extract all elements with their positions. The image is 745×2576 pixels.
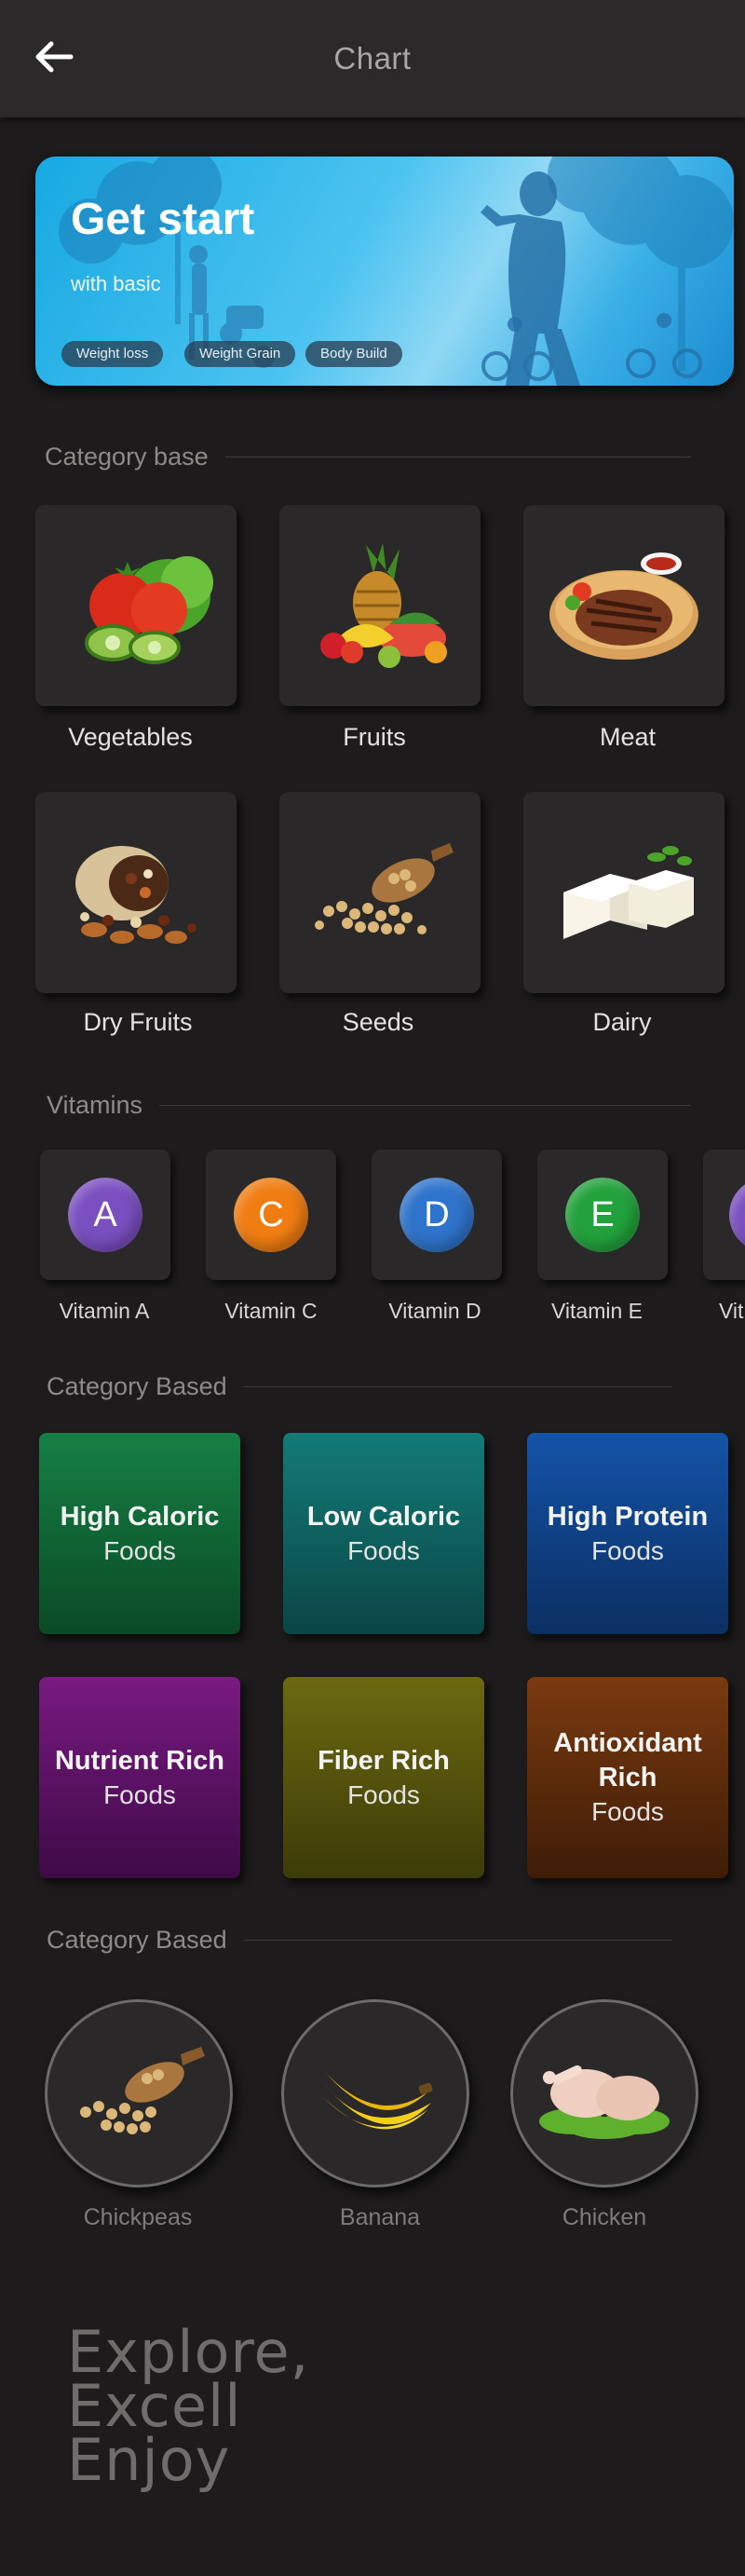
category-card-dairy[interactable]	[523, 792, 725, 993]
section-category-based-tiles: Category Based	[47, 1370, 672, 1403]
banner-title: Get start	[71, 195, 255, 244]
vitamin-card-e[interactable]: E	[537, 1150, 668, 1280]
tile-high-caloric[interactable]: High Caloric Foods	[39, 1433, 240, 1634]
chip-weight-grain[interactable]: Weight Grain	[184, 341, 296, 367]
section-divider	[243, 1385, 672, 1387]
get-start-banner[interactable]: Get start with basic Weight loss Weight …	[35, 157, 734, 386]
category-label-dry-fruits: Dry Fruits	[83, 1008, 193, 1036]
chip-body-build[interactable]: Body Build	[305, 341, 402, 367]
vitamin-e-badge: E	[565, 1178, 640, 1252]
food-item-chickpeas[interactable]	[45, 1999, 233, 2188]
vitamin-label-a: Vitamin A	[59, 1299, 150, 1323]
vitamin-partial-badge	[729, 1178, 745, 1252]
tile-title: High Protein	[547, 1501, 709, 1532]
meat-icon	[549, 552, 698, 660]
chip-weight-loss[interactable]: Weight loss	[61, 341, 164, 367]
vitamin-label-partial: Vit	[719, 1299, 744, 1323]
tile-subtitle: Foods	[591, 1535, 664, 1565]
vitamin-letter: D	[424, 1194, 450, 1234]
food-item-banana[interactable]	[281, 1999, 469, 2188]
vitamin-card-partial[interactable]	[703, 1150, 745, 1280]
vitamin-label-c: Vitamin C	[224, 1299, 318, 1323]
section-title: Category Based	[47, 1925, 227, 1954]
vitamin-card-d[interactable]: D	[372, 1150, 502, 1280]
category-card-fruits[interactable]	[279, 505, 481, 706]
vitamin-card-c[interactable]: C	[206, 1150, 336, 1280]
category-label-vegetables: Vegetables	[68, 723, 193, 751]
tagline-enjoy: Enjoy	[67, 2426, 231, 2494]
category-card-vegetables[interactable]	[35, 505, 237, 706]
tile-nutrient-rich[interactable]: Nutrient Rich Foods	[39, 1677, 240, 1878]
vitamin-letter: E	[590, 1194, 615, 1234]
section-category-base: Category base	[45, 440, 691, 473]
vitamin-letter: A	[93, 1194, 117, 1234]
tile-fiber-rich[interactable]: Fiber Rich Foods	[283, 1677, 484, 1878]
seeds-icon	[315, 843, 454, 934]
tile-high-protein[interactable]: High Protein Foods	[527, 1433, 728, 1634]
section-vitamins: Vitamins	[47, 1088, 691, 1122]
vitamin-label-e: Vitamin E	[550, 1299, 643, 1323]
tile-subtitle: Foods	[347, 1779, 420, 1809]
chicken-icon	[539, 2065, 670, 2139]
tile-low-caloric[interactable]: Low Caloric Foods	[283, 1433, 484, 1634]
tile-title: Antioxidant Rich	[553, 1728, 702, 1792]
section-title: Category Based	[47, 1371, 227, 1400]
vitamin-card-a[interactable]: A	[40, 1150, 170, 1280]
category-card-meat[interactable]	[523, 505, 725, 706]
banner-subtitle: with basic	[71, 272, 161, 295]
category-card-seeds[interactable]	[279, 792, 481, 993]
vitamin-d-badge: D	[400, 1178, 474, 1252]
vitamin-a-badge: A	[68, 1178, 142, 1252]
arrow-left-icon	[35, 41, 74, 73]
vegetables-icon	[85, 556, 213, 664]
vitamin-letter: C	[258, 1194, 284, 1234]
tile-subtitle: Foods	[103, 1779, 176, 1809]
dairy-icon	[563, 846, 694, 939]
tile-subtitle: Foods	[103, 1535, 176, 1565]
category-card-dry-fruits[interactable]	[35, 792, 237, 993]
section-title: Vitamins	[47, 1090, 143, 1119]
category-label-seeds: Seeds	[342, 1008, 414, 1036]
section-divider	[243, 1939, 672, 1941]
app-bar: Chart	[0, 0, 745, 117]
tile-subtitle: Foods	[347, 1535, 420, 1565]
food-label-chickpeas: Chickpeas	[83, 2204, 193, 2230]
food-label-banana: Banana	[339, 2204, 421, 2230]
banana-icon	[324, 2073, 433, 2130]
category-label-meat: Meat	[599, 723, 657, 751]
page-title: Chart	[333, 41, 412, 75]
tile-title: Fiber Rich	[318, 1745, 450, 1776]
section-divider	[159, 1104, 691, 1106]
tile-antioxidant-rich[interactable]: Antioxidant Rich Foods	[527, 1677, 728, 1878]
vitamin-label-d: Vitamin D	[388, 1299, 481, 1323]
category-label-dairy: Dairy	[592, 1008, 652, 1036]
food-label-chicken: Chicken	[562, 2204, 647, 2230]
category-label-fruits: Fruits	[343, 723, 406, 751]
chickpeas-icon	[80, 2047, 205, 2134]
tile-title: Nutrient Rich	[54, 1745, 225, 1776]
vitamin-c-badge: C	[234, 1178, 308, 1252]
food-item-chicken[interactable]	[510, 1999, 698, 2188]
fruits-icon	[320, 543, 447, 668]
section-title: Category base	[45, 442, 209, 470]
tile-subtitle: Foods	[591, 1797, 664, 1826]
dry-fruits-icon	[75, 846, 196, 944]
tile-title: Low Caloric	[306, 1501, 461, 1532]
tile-title: High Caloric	[60, 1501, 220, 1532]
back-button[interactable]	[28, 31, 80, 83]
section-category-based-circles: Category Based	[47, 1923, 672, 1956]
